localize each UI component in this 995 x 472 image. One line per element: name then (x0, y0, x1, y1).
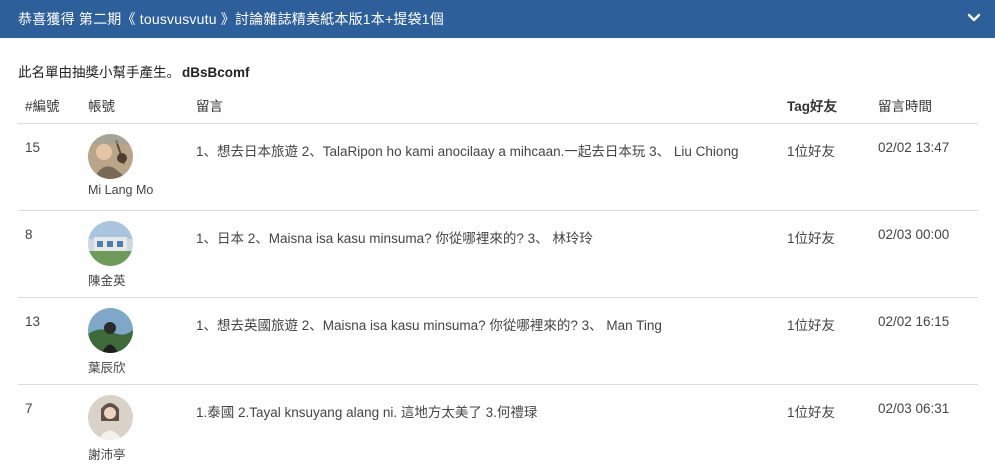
user-cell[interactable]: 葉辰欣 (88, 308, 178, 376)
user-cell[interactable]: 陳金英 (88, 221, 178, 289)
account-name[interactable]: Mi Lang Mo (88, 183, 178, 197)
table-row: 7 謝沛亭 1.泰國 2.Tayal knsuyang alang ni. 這地… (18, 385, 978, 472)
chevron-down-icon[interactable] (967, 11, 981, 25)
account-name[interactable]: 葉辰欣 (88, 357, 178, 376)
avatar[interactable] (88, 308, 133, 353)
comment-time: 02/02 13:47 (878, 140, 950, 155)
row-num: 15 (25, 140, 41, 155)
comment-text: 1、想去日本旅遊 2、TalaRipon ho kami anocilaay a… (196, 144, 739, 159)
avatar[interactable] (88, 221, 133, 266)
column-header-num: #編號 (25, 99, 60, 114)
column-header-message: 留言 (196, 99, 223, 114)
table-header: #編號 帳號 留言 Tag好友 留言時間 (18, 84, 978, 124)
avatar[interactable] (88, 395, 133, 440)
tag-count: 1位好友 (787, 405, 836, 420)
comment-text: 1、想去英國旅遊 2、Maisna isa kasu minsuma? 你從哪裡… (196, 318, 662, 333)
user-cell[interactable]: 謝沛亭 (88, 395, 178, 463)
table-row: 13 葉辰欣 1、想去英國旅遊 2、Maisna isa kasu minsum… (18, 298, 978, 385)
comment-time: 02/03 06:31 (878, 401, 950, 416)
prize-header[interactable]: 恭喜獲得 第二期《 tousvusvutu 》討論雜誌精美紙本版1本+提袋1個 (0, 0, 995, 38)
comment-text: 1、日本 2、Maisna isa kasu minsuma? 你從哪裡來的? … (196, 231, 593, 246)
draw-code: dBsBcomf (182, 65, 250, 80)
comment-text: 1.泰國 2.Tayal knsuyang alang ni. 這地方太美了 3… (196, 405, 538, 420)
draw-note-text: 此名單由抽獎小幫手產生。 (18, 65, 180, 80)
tag-count: 1位好友 (787, 144, 836, 159)
winners-table: #編號 帳號 留言 Tag好友 留言時間 15 Mi Lang Mo 1、想去日… (18, 84, 978, 472)
table-row: 8 陳金英 1、日本 2、Maisna isa kasu minsuma? 你從… (18, 211, 978, 298)
comment-time: 02/03 00:00 (878, 227, 950, 242)
column-header-account: 帳號 (88, 99, 115, 114)
account-name[interactable]: 陳金英 (88, 270, 178, 289)
column-header-time: 留言時間 (878, 99, 932, 114)
tag-count: 1位好友 (787, 231, 836, 246)
row-num: 8 (25, 227, 33, 242)
draw-note: 此名單由抽獎小幫手產生。 dBsBcomf (18, 61, 250, 81)
user-cell[interactable]: Mi Lang Mo (88, 134, 178, 197)
tag-count: 1位好友 (787, 318, 836, 333)
prize-title: 恭喜獲得 第二期《 tousvusvutu 》討論雜誌精美紙本版1本+提袋1個 (18, 11, 444, 27)
row-num: 7 (25, 401, 33, 416)
comment-time: 02/02 16:15 (878, 314, 950, 329)
column-header-tag: Tag好友 (787, 99, 837, 114)
account-name[interactable]: 謝沛亭 (88, 444, 178, 463)
table-row: 15 Mi Lang Mo 1、想去日本旅遊 2、TalaRipon ho ka… (18, 124, 978, 211)
row-num: 13 (25, 314, 41, 329)
avatar[interactable] (88, 134, 133, 179)
